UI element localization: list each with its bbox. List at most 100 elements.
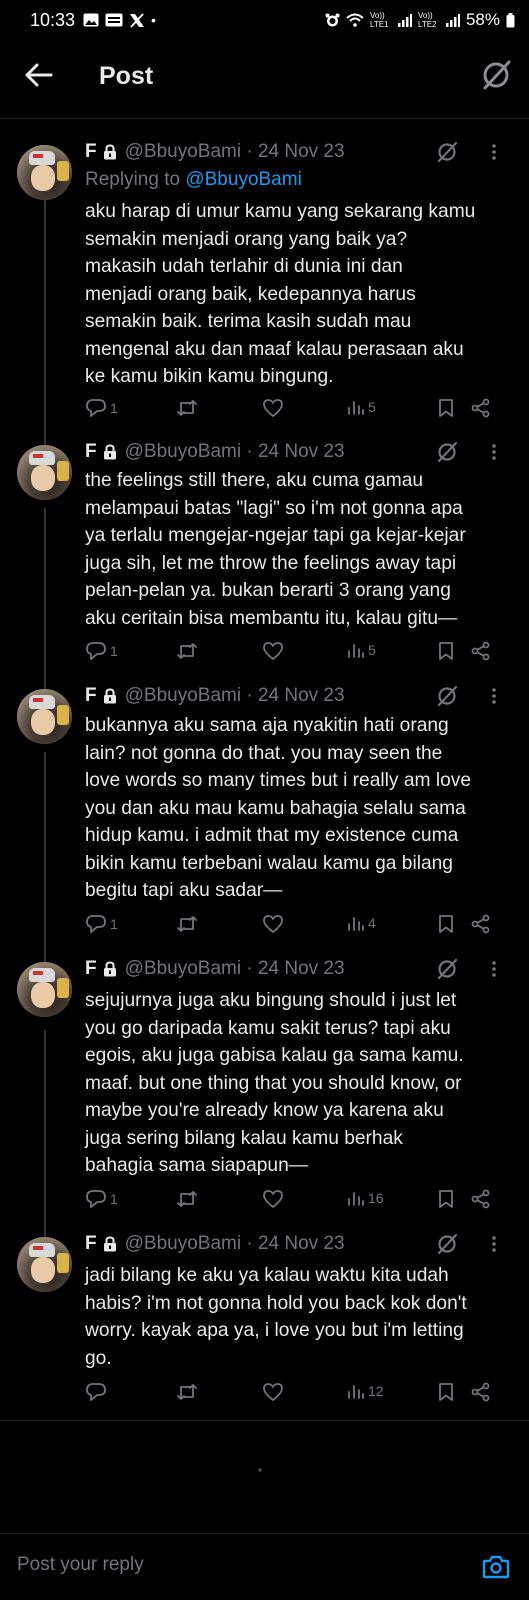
- views-button[interactable]: 4: [347, 914, 376, 932]
- post-header: F @BbuyoBami · 24 Nov 23: [85, 958, 345, 980]
- replying-to-handle[interactable]: @BbuyoBami: [185, 169, 301, 190]
- more-options-icon[interactable]: [491, 1234, 497, 1254]
- reply-button[interactable]: 1: [85, 641, 118, 661]
- more-options-icon[interactable]: [491, 442, 497, 462]
- x-icon: [130, 12, 145, 28]
- reply-icon[interactable]: [85, 1189, 107, 1209]
- views-button[interactable]: 12: [347, 1382, 384, 1400]
- more-options-icon[interactable]: [491, 142, 497, 162]
- repost-icon[interactable]: [176, 641, 198, 661]
- views-icon[interactable]: [347, 914, 365, 932]
- avatar[interactable]: [17, 145, 72, 200]
- avatar[interactable]: [17, 445, 72, 500]
- views-button[interactable]: 5: [347, 641, 376, 659]
- avatar[interactable]: [17, 962, 72, 1017]
- klik-icon: [105, 13, 123, 27]
- display-name[interactable]: F: [85, 1233, 97, 1255]
- like-button[interactable]: [262, 641, 284, 661]
- reply-button[interactable]: 1: [85, 398, 118, 418]
- post-header: F @BbuyoBami · 24 Nov 23: [85, 141, 345, 163]
- heart-icon[interactable]: [262, 398, 284, 418]
- repost-button[interactable]: [176, 1382, 198, 1402]
- reply-input[interactable]: Post your reply: [17, 1554, 144, 1576]
- back-arrow-icon[interactable]: [22, 58, 56, 92]
- like-button[interactable]: [262, 1189, 284, 1209]
- avatar[interactable]: [17, 689, 72, 744]
- share-icon[interactable]: [471, 1382, 491, 1402]
- views-icon[interactable]: [347, 398, 365, 416]
- repost-button[interactable]: [176, 398, 198, 418]
- handle-date[interactable]: @BbuyoBami · 24 Nov 23: [125, 1233, 345, 1255]
- reply-button[interactable]: 1: [85, 914, 118, 934]
- like-button[interactable]: [262, 914, 284, 934]
- handle-date[interactable]: @BbuyoBami · 24 Nov 23: [125, 441, 345, 463]
- display-name[interactable]: F: [85, 958, 97, 980]
- bookmark-icon[interactable]: [437, 398, 455, 418]
- repost-button[interactable]: [176, 914, 198, 934]
- bookmark-button[interactable]: [437, 641, 455, 661]
- share-button[interactable]: [471, 914, 491, 934]
- bookmark-icon[interactable]: [437, 914, 455, 934]
- like-button[interactable]: [262, 398, 284, 418]
- views-button[interactable]: 16: [347, 1189, 384, 1207]
- views-icon[interactable]: [347, 1189, 365, 1207]
- reply-icon[interactable]: [85, 641, 107, 661]
- bookmark-icon[interactable]: [437, 641, 455, 661]
- reply-icon[interactable]: [85, 1382, 107, 1402]
- heart-icon[interactable]: [262, 1382, 284, 1402]
- share-icon[interactable]: [471, 914, 491, 934]
- avatar[interactable]: [17, 1237, 72, 1292]
- share-icon[interactable]: [471, 398, 491, 418]
- repost-icon[interactable]: [176, 398, 198, 418]
- repost-button[interactable]: [176, 641, 198, 661]
- share-button[interactable]: [471, 398, 491, 418]
- share-button[interactable]: [471, 1382, 491, 1402]
- share-button[interactable]: [471, 641, 491, 661]
- more-options-icon[interactable]: [491, 959, 497, 979]
- reply-icon[interactable]: [85, 914, 107, 934]
- signal-label-2: Vo)) LTE2: [417, 11, 437, 29]
- repost-button[interactable]: [176, 1189, 198, 1209]
- share-icon[interactable]: [471, 641, 491, 661]
- heart-icon[interactable]: [262, 641, 284, 661]
- share-button[interactable]: [471, 1189, 491, 1209]
- display-name[interactable]: F: [85, 141, 97, 163]
- camera-icon[interactable]: [481, 1552, 511, 1582]
- alarm-icon: [325, 13, 340, 26]
- bookmark-button[interactable]: [437, 914, 455, 934]
- display-name[interactable]: F: [85, 441, 97, 463]
- grok-icon[interactable]: [435, 684, 459, 708]
- display-name[interactable]: F: [85, 685, 97, 707]
- reply-button[interactable]: 1: [85, 1189, 118, 1209]
- page-title: Post: [99, 62, 154, 90]
- more-options-icon[interactable]: [491, 686, 497, 706]
- thread-line: [44, 508, 46, 698]
- action-bar: 14: [85, 914, 505, 940]
- like-button[interactable]: [262, 1382, 284, 1402]
- views-icon[interactable]: [347, 1382, 365, 1400]
- repost-icon[interactable]: [176, 1189, 198, 1209]
- grok-icon[interactable]: [435, 140, 459, 164]
- bookmark-button[interactable]: [437, 398, 455, 418]
- grok-icon[interactable]: [479, 58, 513, 92]
- repost-icon[interactable]: [176, 1382, 198, 1402]
- views-icon[interactable]: [347, 641, 365, 659]
- reply-icon[interactable]: [85, 398, 107, 418]
- repost-icon[interactable]: [176, 914, 198, 934]
- post-text: bukannya aku sama aja nyakitin hati oran…: [85, 715, 472, 901]
- share-icon[interactable]: [471, 1189, 491, 1209]
- grok-icon[interactable]: [435, 1232, 459, 1256]
- bookmark-icon[interactable]: [437, 1189, 455, 1209]
- heart-icon[interactable]: [262, 914, 284, 934]
- handle-date[interactable]: @BbuyoBami · 24 Nov 23: [125, 141, 345, 163]
- views-button[interactable]: 5: [347, 398, 376, 416]
- grok-icon[interactable]: [435, 440, 459, 464]
- reply-button[interactable]: [85, 1382, 110, 1402]
- handle-date[interactable]: @BbuyoBami · 24 Nov 23: [125, 685, 345, 707]
- heart-icon[interactable]: [262, 1189, 284, 1209]
- handle-date[interactable]: @BbuyoBami · 24 Nov 23: [125, 958, 345, 980]
- bookmark-button[interactable]: [437, 1382, 455, 1402]
- bookmark-button[interactable]: [437, 1189, 455, 1209]
- bookmark-icon[interactable]: [437, 1382, 455, 1402]
- grok-icon[interactable]: [435, 957, 459, 981]
